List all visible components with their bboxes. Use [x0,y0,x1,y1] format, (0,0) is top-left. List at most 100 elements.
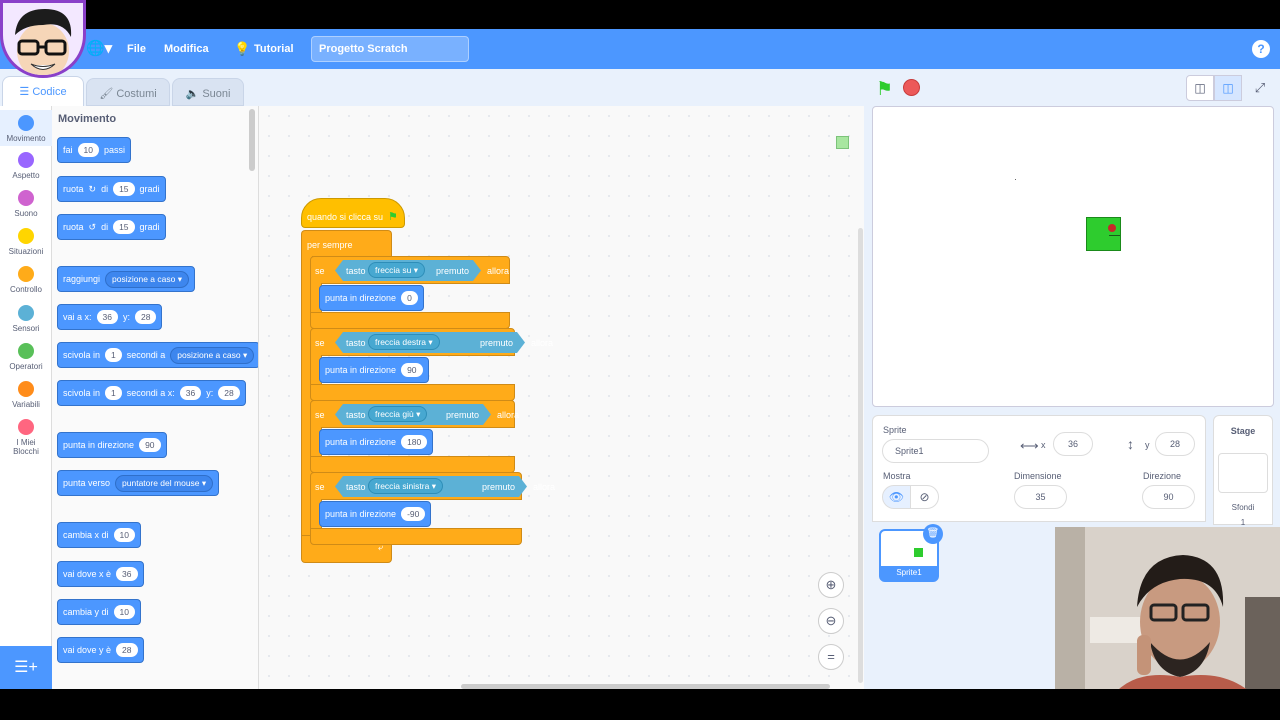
point-direction-block[interactable]: punta in direzione 0 [319,285,424,311]
degrees-input[interactable]: 15 [113,220,135,234]
seconds-input[interactable]: 1 [105,386,122,400]
category-sensing[interactable]: Sensori [0,305,52,333]
block-set-y[interactable]: vai dove y è 28 [57,637,144,663]
if-block[interactable]: se tasto freccia sinistra ▾ premuto allo… [310,472,555,500]
script-vertical-scrollbar[interactable] [858,228,863,683]
category-my-blocks[interactable]: I Miei Blocchi [0,419,52,456]
if-block[interactable]: se tasto freccia giù ▾ premuto allora [310,400,519,428]
block-glide-xy[interactable]: scivola in 1 secondi a x: 36 y: 28 [57,380,246,406]
zoom-out-icon[interactable]: ⊖ [818,608,844,634]
key-name-dropdown[interactable]: freccia sinistra ▾ [368,478,443,494]
seconds-input[interactable]: 1 [105,348,122,362]
category-dot-icon [18,152,34,168]
project-title-input[interactable]: Progetto Scratch [311,36,469,62]
sprite-mouth-line [1109,235,1120,236]
block-turn-right[interactable]: ruota ↻ di 15 gradi [57,176,166,202]
direction-input[interactable]: 90 [1142,485,1195,509]
language-globe-icon[interactable]: 🌐▾ [86,29,112,69]
direction-input[interactable]: 90 [139,438,161,452]
help-icon[interactable]: ? [1252,40,1270,58]
green-flag-icon[interactable]: ⚑ [876,78,893,101]
if-block[interactable]: se tasto freccia destra ▾ premuto allora [310,328,553,356]
x-input[interactable]: 36 [96,310,118,324]
key-name-dropdown[interactable]: freccia giù ▾ [368,406,427,422]
fullscreen-icon[interactable]: ⤢ [1248,75,1272,101]
direction-input[interactable]: 0 [401,291,418,305]
block-change-y[interactable]: cambia y di 10 [57,599,141,625]
category-sound[interactable]: Suono [0,190,52,218]
category-menu: Movimento Aspetto Suono Situazioni Contr… [0,106,52,689]
category-motion[interactable]: Movimento [0,110,52,146]
brush-icon: 🖌 [99,88,117,100]
category-control[interactable]: Controllo [0,266,52,294]
small-stage-icon[interactable]: ◫ [1186,75,1214,101]
sprite-name-input[interactable]: Sprite1 [882,439,989,463]
key-pressed-block[interactable]: tasto freccia destra ▾ premuto [335,332,525,353]
block-move-steps[interactable]: fai 10 passi [57,137,131,163]
key-pressed-block[interactable]: tasto freccia su ▾ premuto [335,260,481,281]
category-looks[interactable]: Aspetto [0,152,52,180]
y-input[interactable]: 28 [218,386,240,400]
block-goto-xy[interactable]: vai a x: 36 y: 28 [57,304,163,330]
glide-target-dropdown[interactable]: posizione a caso ▾ [170,346,255,364]
add-extension-button[interactable]: ☰+ [0,646,52,689]
point-direction-block[interactable]: punta in direzione 90 [319,357,429,383]
size-input[interactable]: 35 [1014,485,1067,509]
tab-code[interactable]: ☰ Codice [2,76,84,106]
menu-edit[interactable]: Modifica [164,29,209,69]
hide-sprite-icon[interactable]: ⊘ [910,485,939,509]
direction-input[interactable]: -90 [401,507,426,521]
point-target-dropdown[interactable]: puntatore del mouse ▾ [115,474,214,492]
block-point-towards[interactable]: punta verso puntatore del mouse ▾ [57,470,220,496]
script-area[interactable]: quando si clicca su ⚑ per sempre ⤶ se ta… [259,106,864,689]
backdrop-thumbnail[interactable] [1218,453,1268,493]
block-goto[interactable]: raggiungi posizione a caso ▾ [57,266,195,292]
key-name-dropdown[interactable]: freccia su ▾ [368,262,425,278]
y-change-input[interactable]: 10 [113,605,135,619]
y-input[interactable]: 28 [135,310,157,324]
block-point-direction[interactable]: punta in direzione 90 [57,432,167,458]
large-stage-icon[interactable]: ◫ [1214,75,1242,101]
if-block[interactable]: se tasto freccia su ▾ premuto allora [310,256,510,284]
x-input[interactable]: 36 [179,386,202,400]
key-name-dropdown[interactable]: freccia destra ▾ [368,334,440,350]
category-variables[interactable]: Variabili [0,381,52,409]
y-position-input[interactable]: 28 [1155,432,1195,456]
stage-canvas[interactable] [872,106,1274,407]
sprite-square[interactable] [1086,217,1121,251]
x-input[interactable]: 36 [116,567,138,581]
block-turn-left[interactable]: ruota ↺ di 15 gradi [57,214,166,240]
tab-costumes[interactable]: 🖌 Costumi [86,78,170,106]
block-set-x[interactable]: vai dove x è 36 [57,561,144,587]
menu-tutorial[interactable]: Tutorial [254,29,294,69]
direction-input[interactable]: 180 [401,435,428,449]
block-change-x[interactable]: cambia x di 10 [57,522,141,548]
x-position-input[interactable]: 36 [1053,432,1093,456]
stop-icon[interactable] [903,79,920,96]
point-direction-block[interactable]: punta in direzione 180 [319,429,434,455]
category-operators[interactable]: Operatori [0,343,52,371]
category-events[interactable]: Situazioni [0,228,52,256]
palette-scrollbar[interactable] [249,109,255,171]
speaker-icon: 🔈 [185,88,203,100]
direction-input[interactable]: 90 [401,363,423,377]
show-sprite-eye-icon[interactable]: 👁 [882,485,911,509]
green-flag-icon: ⚑ [388,211,398,223]
zoom-reset-icon[interactable]: = [818,644,844,670]
when-flag-clicked-block[interactable]: quando si clicca su ⚑ [301,198,405,228]
degrees-input[interactable]: 15 [113,182,135,196]
point-direction-block[interactable]: punta in direzione -90 [319,501,432,527]
forever-block[interactable]: per sempre [301,230,392,257]
stage-selector-panel[interactable]: Stage Sfondi 1 [1213,415,1273,527]
key-pressed-block[interactable]: tasto freccia giù ▾ premuto [335,404,491,425]
key-pressed-block[interactable]: tasto freccia sinistra ▾ premuto [335,476,527,497]
y-input[interactable]: 28 [116,643,138,657]
block-glide[interactable]: scivola in 1 secondi a posizione a caso ▾ [57,342,258,368]
delete-sprite-trash-icon[interactable]: 🗑 [923,524,943,544]
tab-sounds[interactable]: 🔈 Suoni [172,78,244,106]
steps-input[interactable]: 10 [77,143,99,157]
zoom-in-icon[interactable]: ⊕ [818,572,844,598]
menu-file[interactable]: File [127,29,146,69]
goto-target-dropdown[interactable]: posizione a caso ▾ [105,270,189,288]
x-change-input[interactable]: 10 [113,528,135,542]
